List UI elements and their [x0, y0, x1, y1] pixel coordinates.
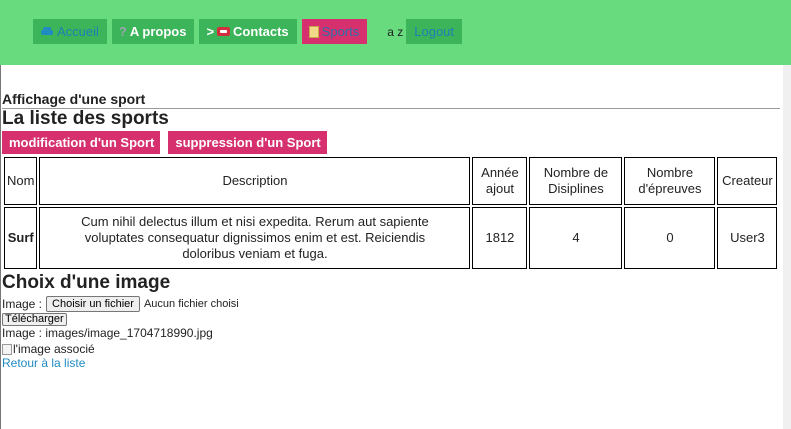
header-nb-disciplines: Nombre de Disiplines	[529, 157, 623, 205]
file-input-row: Image : Choisir un fichier Aucun fichier…	[2, 296, 239, 312]
list-title: La liste des sports	[2, 108, 169, 129]
header-annee: Année ajout	[472, 157, 528, 205]
image-alt-text: l'image associé	[13, 342, 95, 356]
header-createur: Createur	[717, 157, 778, 205]
header-nb-epr-line2: d'épreuves	[638, 181, 702, 196]
header-nom: Nom	[4, 157, 38, 205]
nav-accueil-link[interactable]: Accueil	[33, 19, 107, 44]
nav-accueil-label: Accueil	[57, 24, 99, 39]
header-nb-epreuves: Nombre d'épreuves	[624, 157, 716, 205]
page-title: Affichage d'une sport	[2, 91, 780, 109]
main-nav: Accueil ? A propos > Contacts Sports a z…	[33, 19, 463, 44]
table-header-row: Nom Description Année ajout Nombre de Di…	[4, 157, 778, 205]
broken-image-icon	[2, 343, 12, 355]
description-line3: doloribus veniam et fuga.	[182, 246, 328, 262]
logout-link[interactable]: Logout	[406, 19, 463, 44]
cell-createur: User3	[717, 207, 778, 269]
description-line1: Cum nihil delectus illum et nisi expedit…	[81, 213, 429, 229]
delete-sport-button[interactable]: suppression d'un Sport	[168, 131, 327, 154]
header-annee-line1: Année	[481, 164, 519, 180]
header-nb-disc-line2: Disiplines	[548, 181, 604, 196]
car-icon	[40, 26, 54, 37]
contacts-prefix: >	[206, 24, 215, 39]
header-description: Description	[39, 157, 471, 205]
cell-annee: 1812	[472, 207, 528, 269]
image-path-text: Image : images/image_1704718990.jpg	[2, 326, 213, 340]
question-mark-icon: ?	[118, 24, 127, 39]
cell-nb-epreuves: 0	[624, 207, 716, 269]
choose-file-button[interactable]: Choisir un fichier	[46, 296, 140, 312]
table-row: Surf Cum nihil delectus illum et nisi ex…	[4, 207, 778, 269]
header-nb-disc-line1: Nombre de	[543, 164, 609, 180]
description-line2: voluptates consequatur dignissimos enim …	[84, 229, 426, 245]
scroll-icon	[308, 25, 319, 38]
nav-contacts-link[interactable]: > Contacts	[199, 19, 297, 44]
cell-nom: Surf	[4, 207, 38, 269]
nav-sports-label: Sports	[321, 24, 360, 39]
page-left-border	[0, 65, 1, 429]
top-navbar: Accueil ? A propos > Contacts Sports a z…	[0, 0, 791, 65]
header-annee-line2: ajout	[485, 181, 515, 196]
cell-nb-disciplines: 4	[529, 207, 623, 269]
phone-icon	[217, 27, 231, 36]
associated-image: l'image associé	[2, 342, 95, 356]
nav-contacts-label: Contacts	[233, 24, 289, 39]
back-to-list-link[interactable]: Retour à la liste	[2, 356, 85, 370]
nav-sports-link[interactable]: Sports	[301, 19, 368, 44]
cell-description: Cum nihil delectus illum et nisi expedit…	[39, 207, 471, 269]
image-label: Image :	[2, 297, 43, 311]
user-initials: a z	[387, 24, 404, 39]
vertical-scrollbar[interactable]	[783, 65, 791, 429]
image-section-title: Choix d'une image	[2, 272, 171, 293]
sports-table: Nom Description Année ajout Nombre de Di…	[2, 155, 779, 271]
nav-apropos-link[interactable]: ? A propos	[111, 19, 195, 44]
nav-apropos-label: A propos	[129, 24, 187, 39]
action-buttons: modification d'un Sport suppression d'un…	[2, 131, 335, 154]
header-nb-epr-line1: Nombre	[646, 164, 694, 180]
no-file-text: Aucun fichier choisi	[143, 298, 239, 310]
modify-sport-button[interactable]: modification d'un Sport	[2, 131, 161, 154]
upload-button[interactable]: Télécharger	[2, 313, 67, 326]
